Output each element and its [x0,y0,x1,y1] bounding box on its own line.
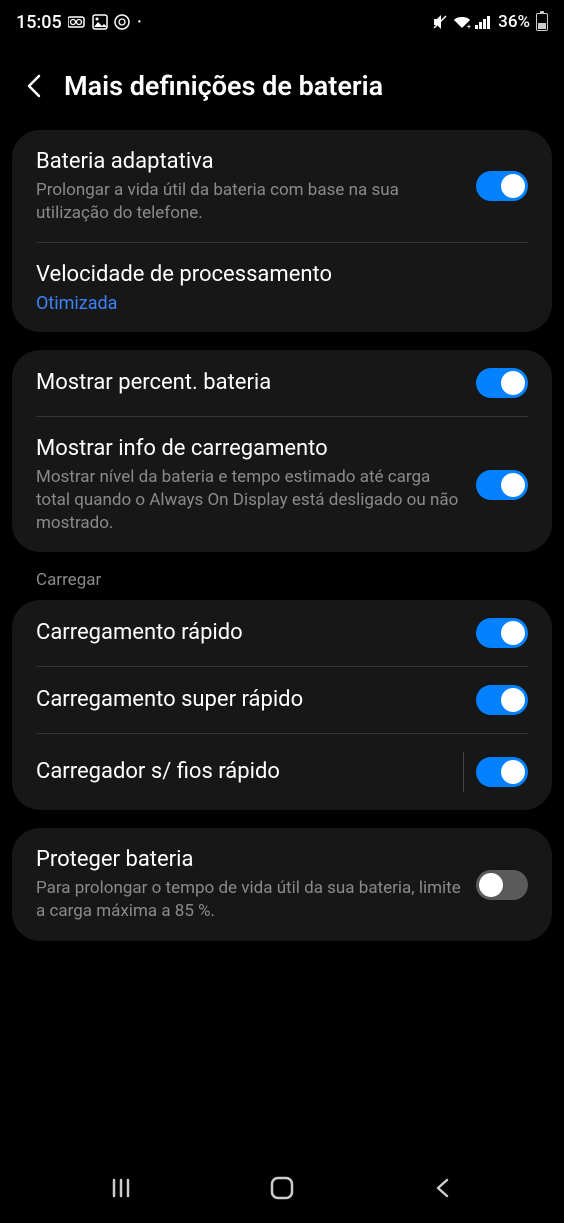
adaptive-battery-toggle[interactable] [476,171,528,201]
wireless-fast-charging-toggle[interactable] [476,757,528,787]
adaptive-battery-desc: Prolongar a vida útil da bateria com bas… [36,179,462,225]
mute-icon [431,13,449,31]
navigation-bar [0,1163,564,1223]
status-bar: 15:05 • + 36% [0,0,564,40]
fast-charging-toggle[interactable] [476,618,528,648]
page-header: Mais definições de bateria [0,40,564,130]
show-charge-desc: Mostrar nível da bateria e tempo estimad… [36,466,462,535]
battery-percentage: 36% [498,12,530,32]
home-button[interactable] [264,1170,300,1206]
show-charge-toggle[interactable] [476,470,528,500]
back-nav-button[interactable] [425,1170,461,1206]
card-general: Bateria adaptativa Prolongar a vida útil… [12,130,552,332]
wireless-fast-charging-title: Carregador s/ fios rápido [36,758,449,787]
protect-battery-toggle[interactable] [476,870,528,900]
row-fast-charging[interactable]: Carregamento rápido [12,600,552,666]
processing-speed-title: Velocidade de processamento [36,261,528,290]
row-show-charge-info[interactable]: Mostrar info de carregamento Mostrar nív… [12,417,552,552]
content-area: Bateria adaptativa Prolongar a vida útil… [0,130,564,941]
row-wireless-fast-charging[interactable]: Carregador s/ fios rápido [12,734,552,810]
signal-icon [475,15,493,29]
row-super-fast-charging[interactable]: Carregamento super rápido [12,667,552,733]
card-display: Mostrar percent. bateria Mostrar info de… [12,350,552,552]
dot-icon: • [138,17,142,28]
recents-button[interactable] [103,1170,139,1206]
card-charging: Carregamento rápido Carregamento super r… [12,600,552,810]
row-protect-battery[interactable]: Proteger bateria Para prolongar o tempo … [12,828,552,940]
show-percentage-toggle[interactable] [476,368,528,398]
svg-text:+: + [467,23,471,30]
protect-battery-desc: Para prolongar o tempo de vida útil da s… [36,877,462,923]
row-processing-speed[interactable]: Velocidade de processamento Otimizada [12,243,552,332]
back-button[interactable] [20,72,48,100]
chrome-icon [114,14,130,30]
processing-speed-value: Otimizada [36,293,528,314]
show-percentage-title: Mostrar percent. bateria [36,369,462,398]
row-adaptive-battery[interactable]: Bateria adaptativa Prolongar a vida útil… [12,130,552,242]
page-title: Mais definições de bateria [64,70,383,102]
wifi-icon: + [452,14,472,30]
super-fast-charging-toggle[interactable] [476,685,528,715]
battery-icon [536,13,548,31]
super-fast-charging-title: Carregamento super rápido [36,686,462,715]
protect-battery-title: Proteger bateria [36,846,462,875]
status-time: 15:05 [16,12,62,33]
status-left: 15:05 • [16,12,141,33]
show-charge-title: Mostrar info de carregamento [36,435,462,464]
section-label-charging: Carregar [12,570,552,600]
status-right: + 36% [431,12,548,32]
voicemail-icon [68,16,86,28]
row-show-percentage[interactable]: Mostrar percent. bateria [12,350,552,416]
adaptive-battery-title: Bateria adaptativa [36,148,462,177]
fast-charging-title: Carregamento rápido [36,619,462,648]
image-icon [92,14,108,30]
vertical-divider [463,752,464,792]
card-protect: Proteger bateria Para prolongar o tempo … [12,828,552,940]
